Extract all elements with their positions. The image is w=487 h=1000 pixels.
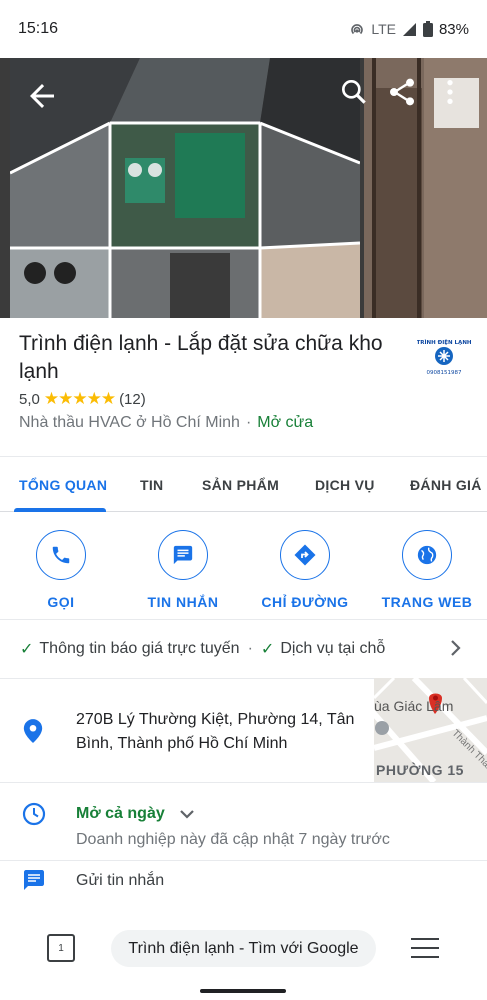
hours-updated-note: Doanh nghiệp này đã cập nhật 7 ngày trướ… bbox=[76, 831, 390, 848]
location-pin-icon bbox=[23, 719, 43, 743]
attribute-onsite-service: Dịch vụ tại chỗ bbox=[280, 640, 386, 657]
tab-services[interactable]: DỊCH VỤ bbox=[315, 477, 375, 493]
hotspot-icon bbox=[351, 24, 364, 35]
message-label: TIN NHẮN bbox=[147, 594, 219, 610]
photo-collage-image bbox=[10, 58, 360, 318]
open-status: Mở cửa bbox=[257, 414, 314, 431]
place-title: Trình điện lạnh - Lắp đặt sửa chữa kho l… bbox=[19, 332, 383, 383]
directions-label: CHỈ ĐƯỜNG bbox=[261, 594, 349, 610]
omnibox-text: Trình điện lạnh - Tìm với Google bbox=[128, 939, 359, 957]
chevron-right-icon[interactable] bbox=[449, 636, 463, 660]
hours-row[interactable]: Mở cả ngày Doanh nghiệp này đã cập nhật … bbox=[0, 782, 487, 860]
chevron-down-icon bbox=[179, 810, 194, 819]
omnibox[interactable]: Trình điện lạnh - Tìm với Google bbox=[111, 930, 376, 967]
call-label: GỌI bbox=[47, 594, 75, 610]
tab-switcher-button[interactable]: 1 bbox=[47, 934, 75, 962]
gesture-nav-handle[interactable] bbox=[200, 989, 286, 993]
check-icon: ✓ bbox=[260, 641, 275, 658]
status-time: 15:16 bbox=[18, 20, 59, 37]
tab-overview[interactable]: TỔNG QUAN bbox=[19, 477, 107, 493]
chat-icon bbox=[24, 870, 44, 890]
map-thumbnail[interactable]: ùa Giác Lâm Thành Thái PHƯỜNG 15 bbox=[374, 678, 487, 782]
attribute-online-quote: Thông tin báo giá trực tuyến bbox=[39, 640, 240, 657]
logo-text-bottom: 0908151987 bbox=[427, 370, 462, 376]
directions-button[interactable]: CHỈ ĐƯỜNG bbox=[250, 530, 360, 610]
photo-header[interactable] bbox=[0, 58, 487, 318]
side-photo[interactable] bbox=[364, 58, 487, 318]
search-icon[interactable] bbox=[338, 76, 370, 108]
call-button-circle bbox=[36, 530, 86, 580]
clock-icon bbox=[22, 802, 46, 826]
share-icon[interactable] bbox=[386, 76, 418, 108]
map-label-ward: PHƯỜNG 15 bbox=[376, 762, 464, 778]
map-label-pagoda: ùa Giác Lâm bbox=[374, 698, 454, 714]
call-button[interactable]: GỌI bbox=[6, 530, 116, 610]
signal-icon bbox=[402, 22, 416, 36]
address-text: 270B Lý Thường Kiệt, Phường 14, Tân Bình… bbox=[76, 711, 355, 752]
category-row: Nhà thầu HVAC ở Hồ Chí Minh · Mở cửa bbox=[19, 414, 313, 432]
website-label: TRANG WEB bbox=[381, 594, 473, 610]
phone-icon bbox=[52, 546, 70, 564]
address-row[interactable]: 270B Lý Thường Kiệt, Phường 14, Tân Bình… bbox=[0, 678, 487, 782]
business-logo[interactable]: TRÌNH ĐIỆN LẠNH 0908151987 bbox=[417, 330, 471, 384]
active-tab-indicator bbox=[14, 508, 106, 512]
category-separator: · bbox=[245, 414, 252, 431]
place-title-block: Trình điện lạnh - Lắp đặt sửa chữa kho l… bbox=[19, 330, 409, 386]
website-button-circle bbox=[402, 530, 452, 580]
place-category: Nhà thầu HVAC ở Hồ Chí Minh bbox=[19, 414, 240, 431]
review-count: (12) bbox=[119, 390, 146, 408]
logo-text-top: TRÌNH ĐIỆN LẠNH bbox=[417, 338, 471, 346]
check-icon: ✓ bbox=[20, 641, 34, 658]
status-bar: 15:16 LTE 83% bbox=[0, 0, 487, 58]
message-icon bbox=[173, 545, 193, 565]
place-tabs: TỔNG QUAN TIN SẢN PHẨM DỊCH VỤ ĐÁNH GIÁ bbox=[0, 456, 487, 512]
logo-image: TRÌNH ĐIỆN LẠNH 0908151987 bbox=[417, 338, 471, 376]
tab-count: 1 bbox=[58, 942, 64, 954]
tab-updates[interactable]: TIN bbox=[140, 477, 163, 493]
globe-icon bbox=[417, 545, 437, 565]
hamburger-menu-icon[interactable] bbox=[411, 937, 439, 959]
battery-icon bbox=[422, 21, 433, 37]
tab-products[interactable]: SẢN PHẨM bbox=[202, 477, 279, 493]
directions-button-circle bbox=[280, 530, 330, 580]
hours-status: Mở cả ngày bbox=[76, 805, 165, 822]
side-photo-image bbox=[364, 58, 487, 318]
website-button[interactable]: TRANG WEB bbox=[372, 530, 482, 610]
send-message-label: Gửi tin nhắn bbox=[76, 872, 165, 889]
more-vert-icon[interactable] bbox=[440, 76, 460, 108]
battery-level: 83% bbox=[438, 20, 469, 38]
network-type: LTE bbox=[371, 21, 396, 37]
browser-bottom-bar: 1 Trình điện lạnh - Tìm với Google bbox=[0, 915, 487, 983]
tab-reviews[interactable]: ĐÁNH GIÁ bbox=[410, 477, 482, 493]
service-attributes-row[interactable]: ✓ Thông tin báo giá trực tuyến · ✓ Dịch … bbox=[0, 620, 487, 678]
rating-stars: ★★★★★ bbox=[43, 389, 116, 408]
attribute-separator: · bbox=[247, 640, 253, 657]
back-arrow-icon[interactable] bbox=[24, 78, 60, 114]
main-photo-collage[interactable] bbox=[10, 58, 360, 318]
directions-icon bbox=[294, 544, 316, 566]
message-button-circle bbox=[158, 530, 208, 580]
rating-value: 5,0 bbox=[19, 390, 40, 408]
hours-status-toggle[interactable]: Mở cả ngày bbox=[76, 805, 195, 823]
send-message-row[interactable]: Gửi tin nhắn bbox=[0, 860, 487, 910]
rating-row[interactable]: 5,0 ★★★★★ (12) bbox=[19, 389, 146, 409]
status-icons: LTE 83% bbox=[349, 21, 469, 38]
action-buttons: GỌI TIN NHẮN CHỈ ĐƯỜNG TRANG WEB bbox=[0, 530, 487, 620]
message-button[interactable]: TIN NHẮN bbox=[128, 530, 238, 610]
